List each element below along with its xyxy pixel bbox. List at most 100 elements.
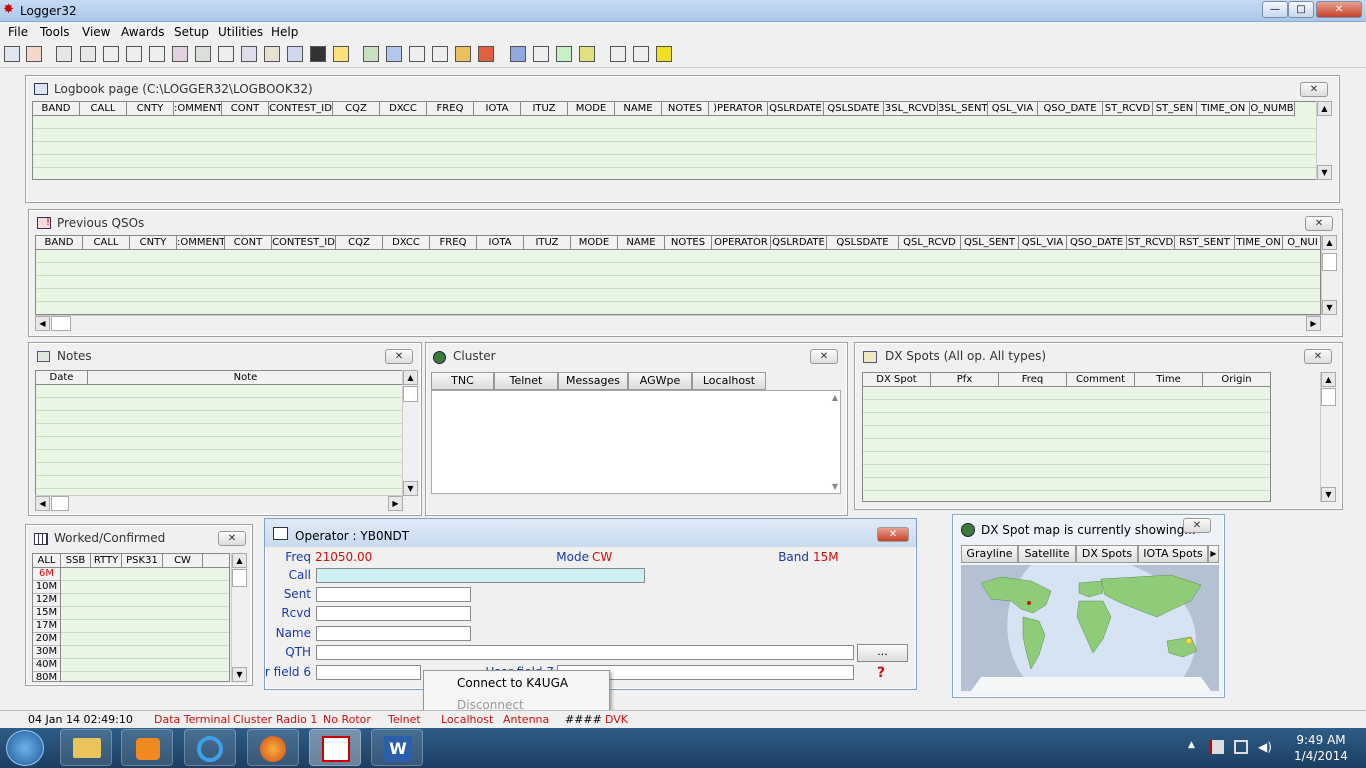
logbook-grid[interactable]: BAND CALL CNTY:OMMENT CONT CONTEST_ID CQZ DXCC… (32, 101, 1317, 180)
scroll-thumb[interactable] (232, 569, 247, 587)
menu-view[interactable]: View (82, 25, 110, 39)
logbook-col-16[interactable]: QSLSDATE (824, 102, 884, 116)
previous_qsos-col-18[interactable]: QSL_SENT (961, 236, 1019, 250)
name-input[interactable] (316, 626, 471, 641)
scroll-left-icon[interactable]: ◀ (35, 316, 50, 331)
logbook-col-5[interactable]: CONTEST_ID (269, 102, 333, 116)
tab-telnet[interactable]: Telnet (494, 372, 558, 390)
tray-date[interactable]: 1/4/2014 (1290, 749, 1352, 763)
logbook-col-21[interactable]: ST_RCVD (1103, 102, 1153, 116)
scroll-up-icon[interactable]: ▲ (1317, 101, 1332, 116)
previous_qsos-col-8[interactable]: FREQ (430, 236, 477, 250)
worked-vscroll[interactable]: ▲ ▼ (231, 553, 247, 682)
status-localhost[interactable]: Localhost (441, 713, 493, 726)
tray-flag-icon[interactable] (1210, 740, 1224, 754)
calc-icon[interactable] (149, 46, 165, 62)
tab-iota-spots[interactable]: IOTA Spots (1138, 545, 1208, 563)
status-cluster[interactable]: Cluster (233, 713, 272, 726)
status-data-terminal[interactable]: Data Terminal (154, 713, 230, 726)
logbook-col-10[interactable]: ITUZ (521, 102, 568, 116)
dx_spots-col-1[interactable]: Pfx (931, 373, 999, 387)
scroll-left-icon[interactable]: ◀ (35, 496, 50, 511)
text-icon[interactable] (333, 46, 349, 62)
logbook-col-14[interactable]: )PERATOR (709, 102, 768, 116)
previous_qsos-col-5[interactable]: CONTEST_ID (272, 236, 336, 250)
tray-volume-icon[interactable]: ◀) (1258, 740, 1272, 754)
menu-help[interactable]: Help (271, 25, 298, 39)
antenna-icon[interactable] (264, 46, 280, 62)
previous_qsos-col-17[interactable]: QSL_RCVD (899, 236, 961, 250)
logger32-taskbar-icon[interactable] (309, 729, 361, 766)
scroll-thumb[interactable] (51, 496, 69, 511)
minimize-button[interactable]: — (1262, 1, 1288, 18)
status-rotor[interactable]: No Rotor (323, 713, 371, 726)
dx-spots-grid[interactable]: DX Spot Pfx Freq Comment Time Origin (862, 372, 1271, 502)
previous_qsos-col-19[interactable]: QSL_VIA (1019, 236, 1067, 250)
previous-qsos-vscroll[interactable]: ▲ ▼ (1321, 235, 1337, 315)
scroll-right-icon[interactable]: ▶ (1306, 316, 1321, 331)
previous_qsos-col-12[interactable]: NAME (618, 236, 665, 250)
dx_spots-col-4[interactable]: Time (1135, 373, 1203, 387)
clock-icon[interactable] (556, 46, 572, 62)
worked-grid[interactable]: ALL SSB RTTY PSK31 CW 6M 10M 12M 15M 17M 20M 3… (32, 553, 230, 682)
pie-icon[interactable] (478, 46, 494, 62)
scroll-down-icon[interactable]: ▼ (1321, 487, 1336, 502)
scroll-thumb[interactable] (51, 316, 71, 331)
tab-localhost[interactable]: Localhost (692, 372, 766, 390)
previous-qsos-grid[interactable]: BAND CALL CNTY:OMMENT CONT CONTEST_ID CQZ DXCC… (35, 235, 1321, 315)
menu-item-connect[interactable]: Connect to K4UGA (457, 676, 568, 690)
word-icon[interactable]: W (371, 729, 423, 766)
tab-dx-spots[interactable]: DX Spots (1076, 545, 1138, 563)
menu-awards[interactable]: Awards (121, 25, 164, 39)
more-button[interactable]: ... (857, 644, 908, 662)
tree-icon[interactable] (633, 46, 649, 62)
cd-icon[interactable] (579, 46, 595, 62)
previous_qsos-col-20[interactable]: QSO_DATE (1067, 236, 1127, 250)
phone-icon[interactable] (310, 46, 326, 62)
qth-input[interactable] (316, 645, 854, 660)
logbook-col-20[interactable]: QSO_DATE (1038, 102, 1103, 116)
help-icon[interactable]: ? (877, 665, 885, 681)
frame-icon[interactable] (610, 46, 626, 62)
scroll-right-icon[interactable]: ▶ (388, 496, 403, 511)
internet-explorer-icon[interactable] (184, 729, 236, 766)
previous_qsos-col-0[interactable]: BAND (36, 236, 83, 250)
fn-icon[interactable] (409, 46, 425, 62)
dx-map-close-button[interactable]: ✕ (1183, 518, 1211, 533)
screen-icon[interactable] (386, 46, 402, 62)
scroll-thumb[interactable] (1321, 388, 1336, 406)
tab-satellite[interactable]: Satellite (1018, 545, 1076, 563)
map-icon[interactable] (241, 46, 257, 62)
logbook-col-1[interactable]: CALL (80, 102, 127, 116)
logbook-col-17[interactable]: 3SL_RCVD (884, 102, 938, 116)
arrow-icon[interactable] (656, 46, 672, 62)
previous-qsos-hscroll[interactable]: ◀ ▶ (35, 315, 1321, 331)
logbook-col-19[interactable]: QSL_VIA (988, 102, 1038, 116)
world-map[interactable] (961, 565, 1219, 691)
scroll-thumb[interactable] (1322, 253, 1337, 271)
previous_qsos-col-2[interactable]: CNTY (130, 236, 177, 250)
logbook-close-button[interactable]: ✕ (1300, 82, 1328, 97)
start-button[interactable] (6, 730, 44, 766)
logbook-scrollbar[interactable]: ▲ ▼ (1316, 101, 1332, 180)
previous_qsos-col-11[interactable]: MODE (571, 236, 618, 250)
tab-grayline[interactable]: Grayline (961, 545, 1018, 563)
rig-icon[interactable] (172, 46, 188, 62)
dx_spots-col-2[interactable]: Freq (999, 373, 1067, 387)
previous_qsos-col-7[interactable]: DXCC (383, 236, 430, 250)
notes-close-button[interactable]: ✕ (385, 349, 413, 364)
logbook-col-9[interactable]: IOTA (474, 102, 521, 116)
previous_qsos-col-13[interactable]: NOTES (665, 236, 712, 250)
hash-icon[interactable] (432, 46, 448, 62)
maximize-button[interactable]: □ (1288, 1, 1314, 18)
tool-icon[interactable] (56, 46, 72, 62)
logbook-col-23[interactable]: TIME_ON (1197, 102, 1250, 116)
notes-grid[interactable]: Date Note (35, 370, 403, 496)
logbook-col-6[interactable]: CQZ (333, 102, 380, 116)
edit-icon[interactable] (80, 46, 96, 62)
scroll-up-icon[interactable]: ▲ (832, 393, 838, 402)
menu-tools[interactable]: Tools (40, 25, 70, 39)
status-radio[interactable]: Radio 1 (276, 713, 317, 726)
scroll-up-icon[interactable]: ▲ (1322, 235, 1337, 250)
tab-messages[interactable]: Messages (558, 372, 628, 390)
